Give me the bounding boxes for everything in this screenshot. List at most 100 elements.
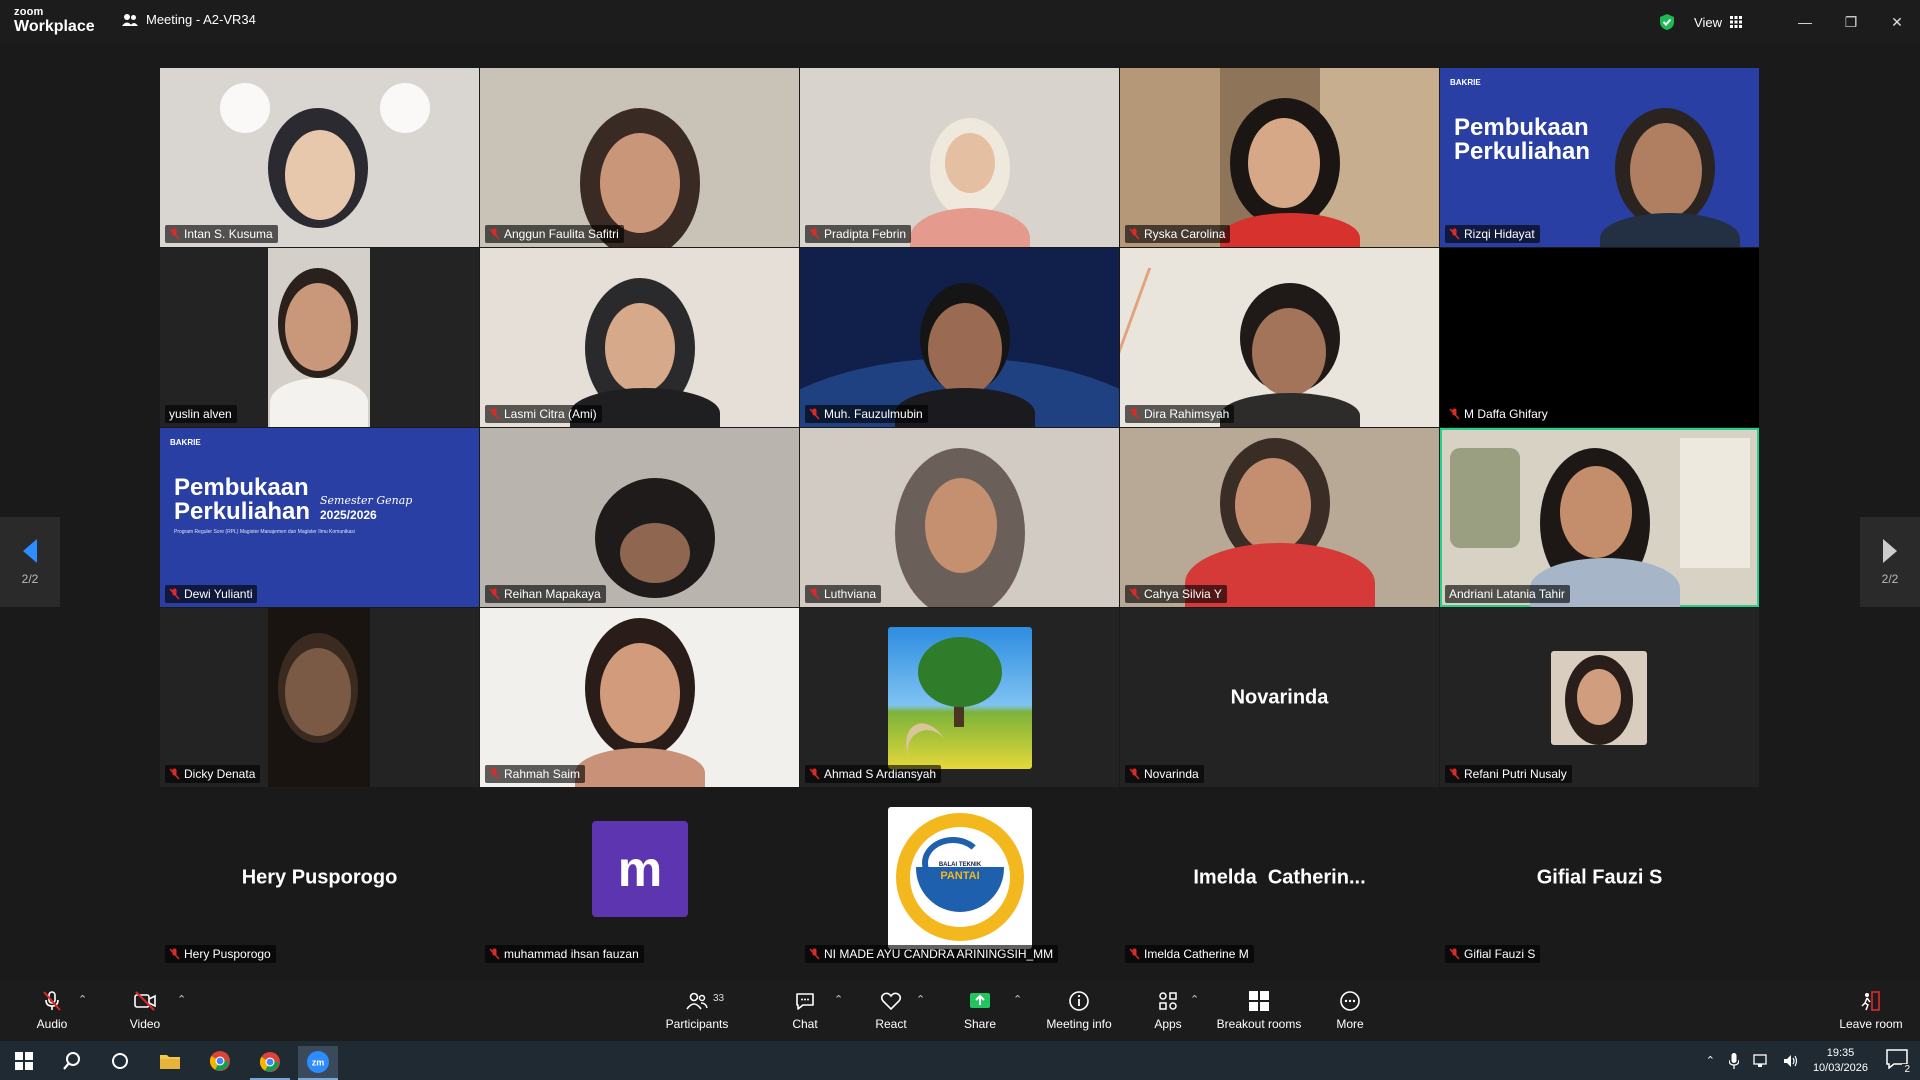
slide-title-line2: Perkuliahan: [1454, 138, 1591, 165]
mic-muted-icon: [1449, 768, 1460, 780]
search-icon[interactable]: [52, 1046, 92, 1076]
participant-tile[interactable]: m muhammad ihsan fauzan: [480, 788, 799, 967]
participant-name: Muh. Fauzulmubin: [824, 407, 923, 421]
minimize-icon[interactable]: —: [1782, 0, 1828, 44]
restore-icon[interactable]: ❐: [1828, 0, 1874, 44]
participant-tile[interactable]: Reihan Mapakaya: [480, 428, 799, 607]
participant-name-tag: Cahya Silvia Y: [1125, 585, 1227, 603]
apps-button[interactable]: Apps: [1148, 979, 1188, 1041]
participant-name-tag: Dicky Denata: [165, 765, 261, 783]
clock[interactable]: 19:35 10/03/2026: [1813, 1046, 1868, 1076]
participant-name: Reihan Mapakaya: [504, 587, 601, 601]
more-button[interactable]: More: [1330, 979, 1370, 1041]
video-button[interactable]: Video: [122, 979, 168, 1041]
profile-picture-logo: BALAI TEKNIK PANTAI: [888, 807, 1032, 949]
mic-muted-icon: [1449, 948, 1460, 960]
task-view-icon[interactable]: [100, 1046, 140, 1076]
participant-tile[interactable]: yuslin alven: [160, 248, 479, 427]
logo-text-line1: BALAI TEKNIK: [938, 862, 982, 868]
participant-name-tag: Ryska Carolina: [1125, 225, 1231, 243]
slide-brand: BAKRIE: [170, 438, 201, 447]
participant-name-tag: NI MADE AYU CANDRA ARININGSIH_MM: [805, 945, 1059, 963]
participant-tile[interactable]: BALAI TEKNIK PANTAI NI MADE AYU CANDRA A…: [800, 788, 1119, 967]
participant-name: Pradipta Febrin: [824, 227, 907, 241]
participant-tile[interactable]: Dicky Denata: [160, 608, 479, 787]
participant-tile[interactable]: Ryska Carolina: [1120, 68, 1439, 247]
share-button[interactable]: Share: [960, 979, 1000, 1041]
slide-subtitle-year: 2025/2026: [320, 508, 377, 522]
participant-tile[interactable]: BAKRIE Pembukaan Perkuliahan Semester Ge…: [160, 428, 479, 607]
chrome-icon[interactable]: [200, 1046, 240, 1076]
participant-tile[interactable]: Gifial Fauzi S Gifial Fauzi S: [1440, 788, 1759, 967]
mic-muted-icon: [809, 948, 820, 960]
participant-display-name: Hery Pusporogo: [241, 866, 398, 888]
windows-taskbar: zm ⌃ 19:35 10/03/2026 2: [0, 1041, 1920, 1080]
participant-name: Cahya Silvia Y: [1144, 587, 1222, 601]
notifications-icon[interactable]: 2: [1886, 1049, 1912, 1075]
grid-view-icon: [1730, 16, 1742, 28]
participant-name: M Daffa Ghifary: [1464, 407, 1548, 421]
react-button[interactable]: React: [871, 979, 911, 1041]
brand-top: zoom: [14, 6, 44, 18]
share-options-caret[interactable]: ⌃: [1013, 993, 1022, 1006]
audio-options-caret[interactable]: ⌃: [78, 993, 87, 1006]
participant-tile[interactable]: Luthviana: [800, 428, 1119, 607]
file-explorer-icon[interactable]: [150, 1046, 190, 1076]
profile-picture-face: [1551, 651, 1647, 745]
participant-tile[interactable]: Intan S. Kusuma: [160, 68, 479, 247]
next-page-button[interactable]: 2/2: [1860, 517, 1920, 607]
title-bar: zoom Workplace Meeting - A2-VR34 View — …: [0, 0, 1920, 44]
mic-muted-icon: [1129, 768, 1140, 780]
participant-tile[interactable]: Hery Pusporogo Hery Pusporogo: [160, 788, 479, 967]
participant-tile[interactable]: Ahmad S Ardiansyah: [800, 608, 1119, 787]
participant-tile[interactable]: Refani Putri Nusaly: [1440, 608, 1759, 787]
apps-options-caret[interactable]: ⌃: [1190, 993, 1199, 1006]
close-icon[interactable]: ✕: [1874, 0, 1920, 44]
participant-tile[interactable]: BAKRIE Pembukaan Perkuliahan Rizqi Hiday…: [1440, 68, 1759, 247]
zoom-app-icon[interactable]: zm: [298, 1046, 338, 1080]
page-indicator-left: 2/2: [21, 572, 39, 586]
participant-tile[interactable]: Novarinda Novarinda: [1120, 608, 1439, 787]
chrome-profile-icon[interactable]: [250, 1046, 290, 1080]
participant-tile[interactable]: M Daffa Ghifary: [1440, 248, 1759, 427]
windows-start-icon[interactable]: [4, 1046, 44, 1076]
slide-title-line2: Perkuliahan: [174, 498, 311, 525]
breakout-rooms-label: Breakout rooms: [1216, 1017, 1302, 1031]
leave-room-label: Leave room: [1839, 1017, 1903, 1031]
previous-page-button[interactable]: 2/2: [0, 517, 60, 607]
network-icon[interactable]: [1753, 1053, 1769, 1068]
breakout-rooms-button[interactable]: Breakout rooms: [1214, 979, 1304, 1041]
chat-button[interactable]: Chat: [785, 979, 825, 1041]
system-tray: ⌃ 19:35 10/03/2026: [1706, 1041, 1868, 1080]
audio-button[interactable]: Audio: [30, 979, 74, 1041]
react-options-caret[interactable]: ⌃: [916, 993, 925, 1006]
meeting-info-button[interactable]: Meeting info: [1044, 979, 1114, 1041]
participant-tile[interactable]: Lasmi Citra (Ami): [480, 248, 799, 427]
participant-tile[interactable]: Dira Rahimsyah: [1120, 248, 1439, 427]
participant-name: yuslin alven: [169, 407, 232, 421]
mic-muted-icon: [489, 408, 500, 420]
more-icon: [1340, 991, 1360, 1011]
participant-tile[interactable]: Muh. Fauzulmubin: [800, 248, 1119, 427]
participant-name-tag: Gifial Fauzi S: [1445, 945, 1541, 963]
mic-muted-icon: [169, 228, 180, 240]
participant-name: Anggun Faulita Safitri: [504, 227, 619, 241]
participant-tile[interactable]: Imelda Catherin... Imelda Catherine M: [1120, 788, 1439, 967]
participant-tile[interactable]: Anggun Faulita Safitri: [480, 68, 799, 247]
participants-button[interactable]: Participants: [664, 979, 730, 1041]
participant-tile[interactable]: Rahmah Saim: [480, 608, 799, 787]
participant-name-tag: Rizqi Hidayat: [1445, 225, 1540, 243]
security-shield-icon[interactable]: [1658, 13, 1676, 31]
chat-options-caret[interactable]: ⌃: [834, 993, 843, 1006]
video-options-caret[interactable]: ⌃: [177, 993, 186, 1006]
participant-tile-active-speaker[interactable]: Andriani Latania Tahir: [1440, 428, 1759, 607]
leave-room-button[interactable]: Leave room: [1836, 979, 1906, 1041]
participant-tile[interactable]: Cahya Silvia Y: [1120, 428, 1439, 607]
tray-overflow-icon[interactable]: ⌃: [1706, 1054, 1715, 1067]
participant-tile[interactable]: Pradipta Febrin: [800, 68, 1119, 247]
volume-icon[interactable]: [1783, 1054, 1799, 1068]
view-button[interactable]: View: [1694, 15, 1742, 30]
participant-name: Ahmad S Ardiansyah: [824, 767, 937, 781]
slide-title-line1: Pembukaan: [1454, 114, 1589, 141]
microphone-icon[interactable]: [1728, 1052, 1739, 1069]
